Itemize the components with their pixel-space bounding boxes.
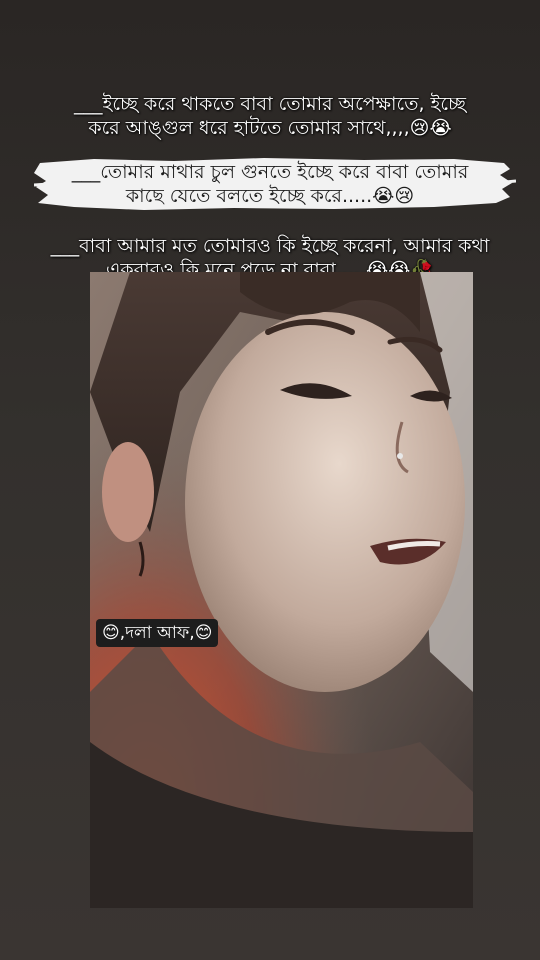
caption-verse-1: ___ইচ্ছে করে থাকতে বাবা তোমার অপেক্ষাতে,…: [0, 92, 540, 140]
sticker-label: 😊,দলা আফ,😊: [96, 619, 219, 647]
caption-verse-2: ___তোমার মাথার চুল গুনতে ইচ্ছে করে বাবা …: [0, 160, 540, 208]
caption-1-line-1: ___ইচ্ছে করে থাকতে বাবা তোমার অপেক্ষাতে,…: [73, 93, 467, 115]
caption-2-line-1: ___তোমার মাথার চুল গুনতে ইচ্ছে করে বাবা …: [71, 161, 469, 183]
caption-2-line-2: কাছে যেতে বলতে ইচ্ছে করে.....😭😢: [125, 185, 415, 207]
caption-3-line-1: ___বাবা আমার মত তোমারও কি ইচ্ছে করেনা, আ…: [50, 235, 490, 257]
caption-1-line-2: করে আঙ্গুল ধরে হাটতে তোমার সাথে,,,,😢😭: [88, 117, 452, 139]
crying-girl-photo: [90, 272, 473, 908]
